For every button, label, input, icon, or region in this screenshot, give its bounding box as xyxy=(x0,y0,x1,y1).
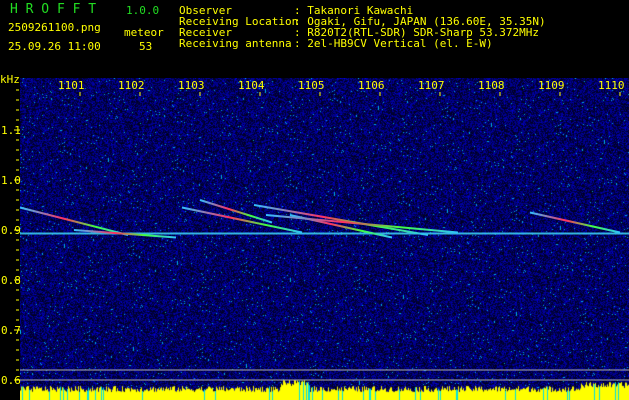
x-tick-label: 1108 xyxy=(478,79,505,92)
x-tick-label: 1110 xyxy=(598,79,625,92)
x-tick-label: 1106 xyxy=(358,79,385,92)
x-tick-label: 1109 xyxy=(538,79,565,92)
x-tick-label: 1107 xyxy=(418,79,445,92)
meteor-trace xyxy=(529,211,621,234)
x-tick-label: 1102 xyxy=(118,79,145,92)
meteor-trace xyxy=(181,206,303,234)
x-tick-label: 1103 xyxy=(178,79,205,92)
x-tick-label: 1105 xyxy=(298,79,325,92)
x-tick-label: 1101 xyxy=(58,79,85,92)
meteor-trace xyxy=(253,204,429,236)
spectrogram-overlay: 1101 1102 1103 1104 1105 1106 1107 1108 1109 1110… xyxy=(1,79,629,387)
x-tick-label: 1104 xyxy=(238,79,265,92)
